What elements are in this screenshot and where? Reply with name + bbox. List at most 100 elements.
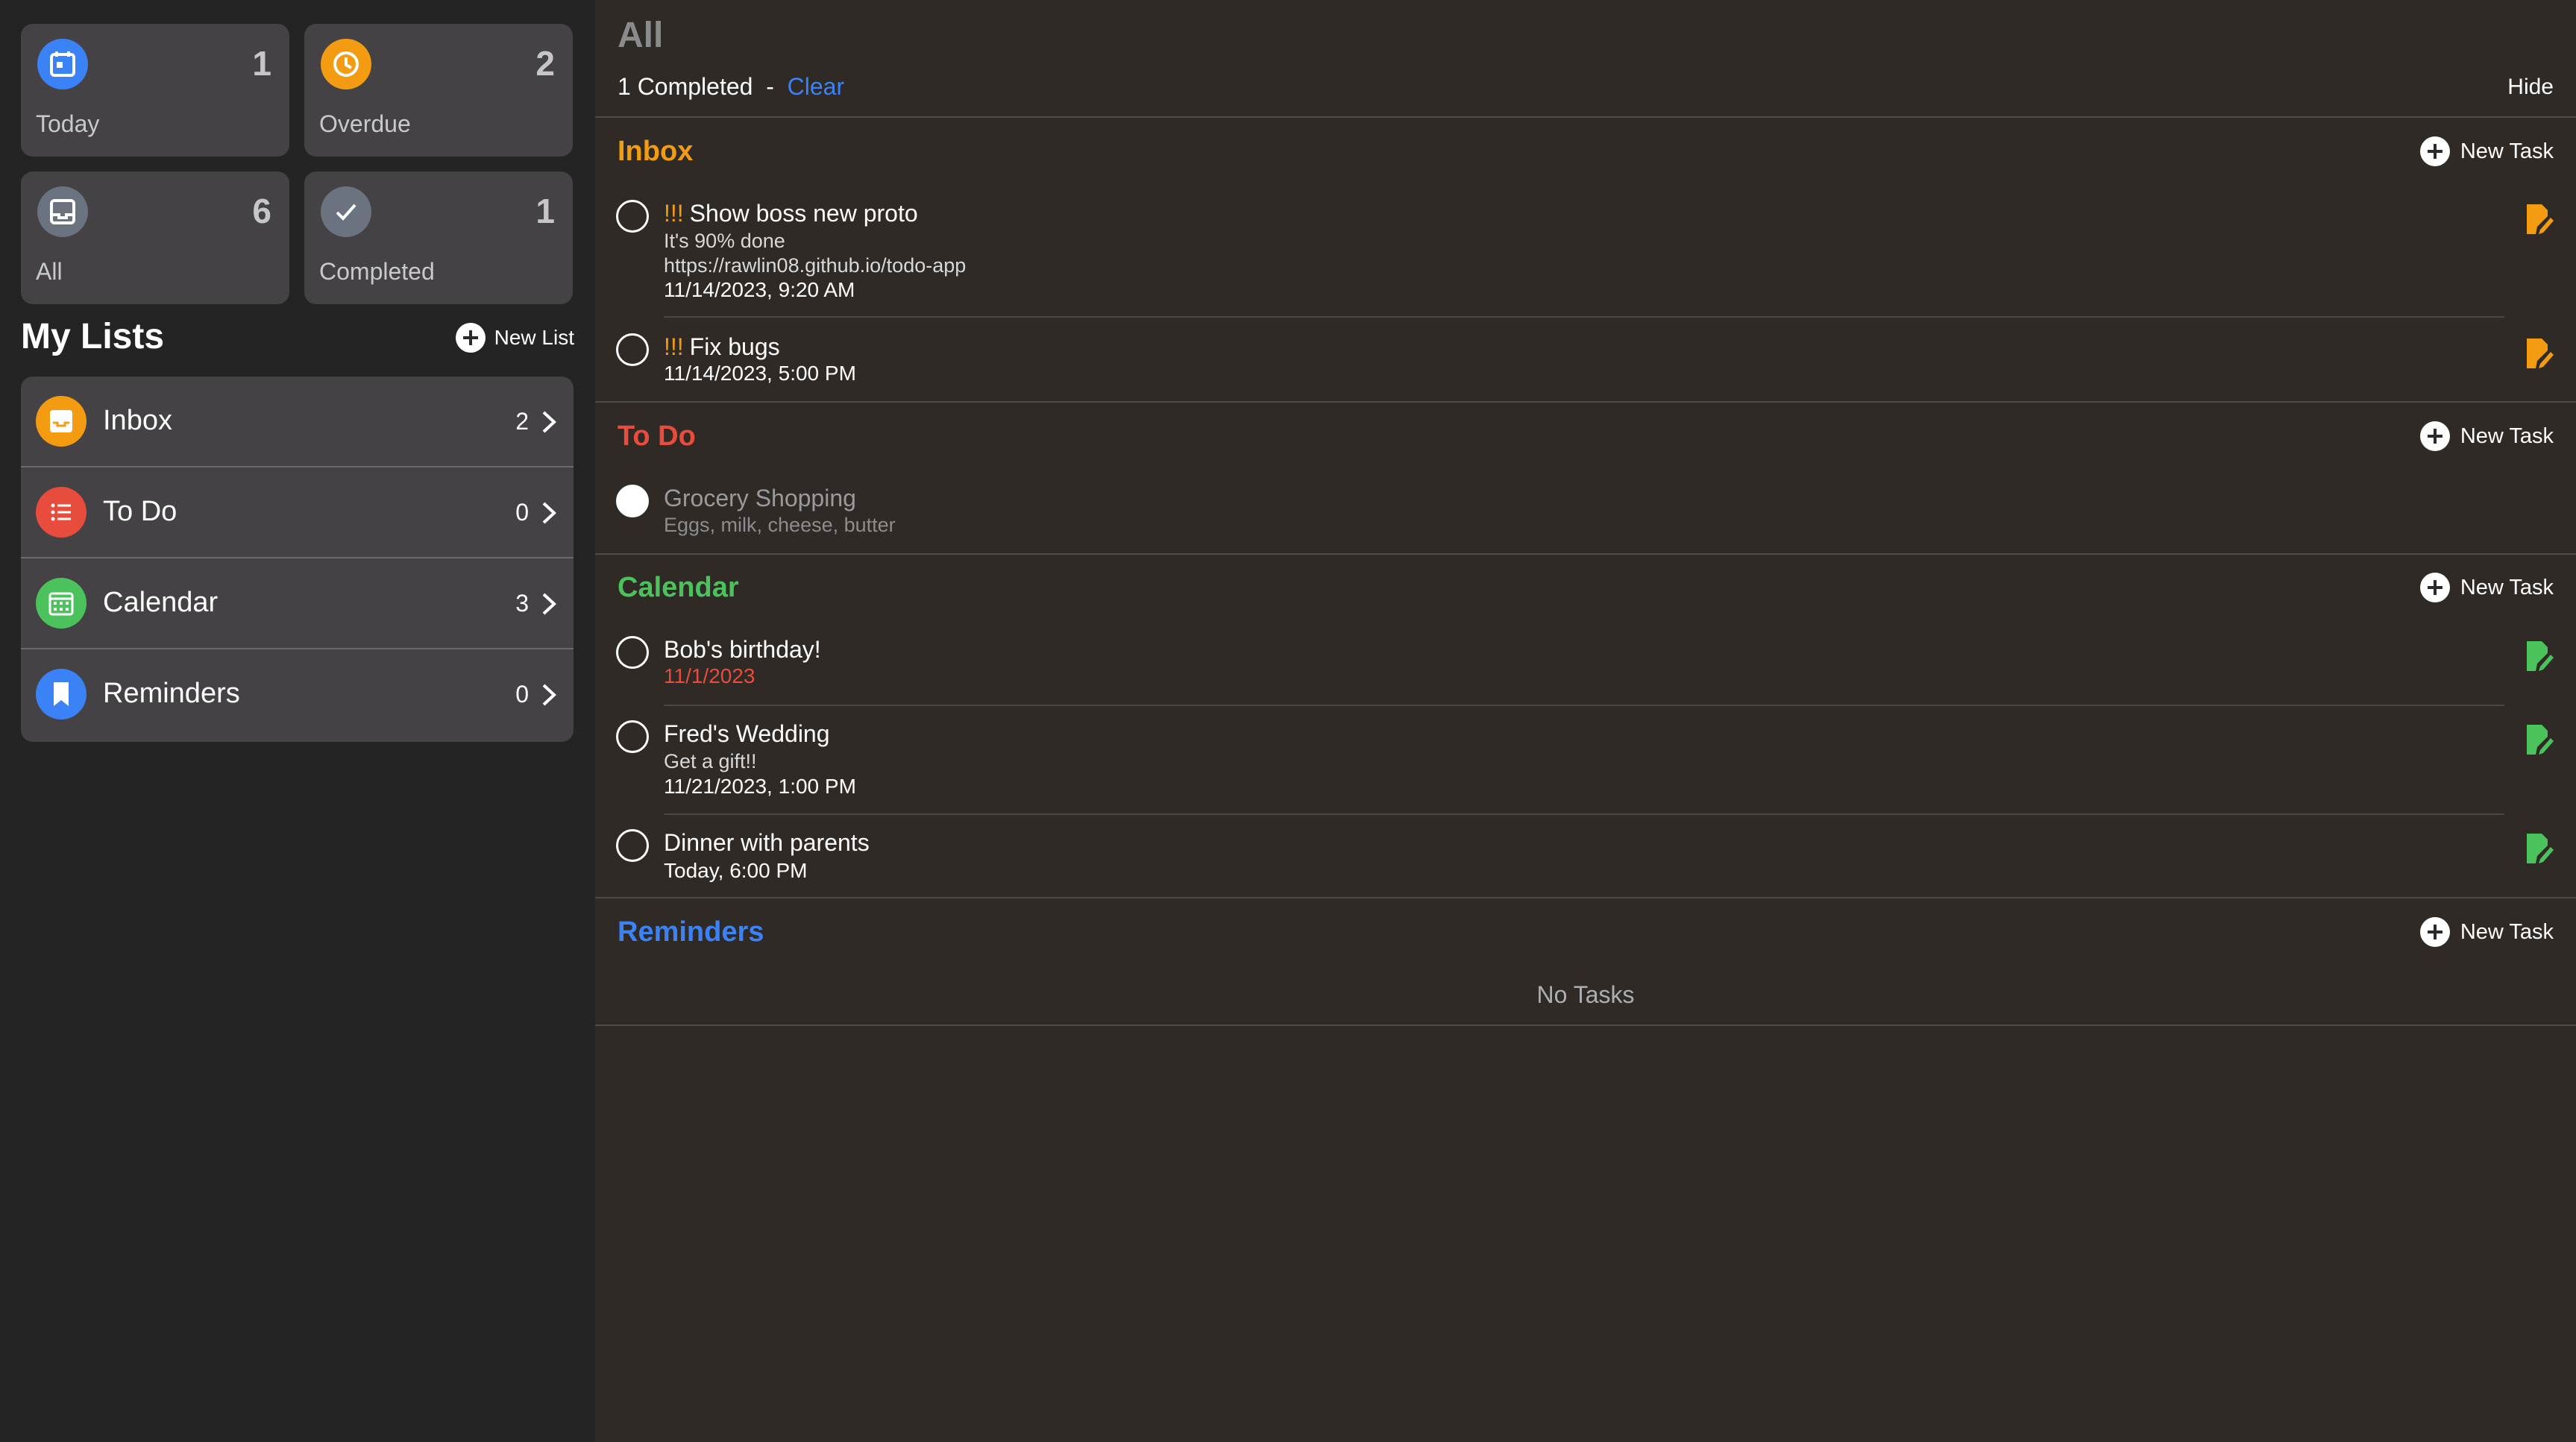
sidebar: 1 Today 2 Overdue 6 All 1 Completed My L… [0, 0, 595, 1442]
task-title: !!! Show boss new proto [664, 200, 918, 227]
task-notes: It's 90% done [664, 230, 785, 252]
section-title-reminders: Reminders [618, 916, 764, 948]
new-list-label: New List [494, 326, 574, 349]
plus-circle-icon [2419, 573, 2450, 602]
task-notes: Get a gift!! [664, 750, 757, 772]
page-title: All [618, 16, 664, 55]
lists-panel: Inbox 2 To Do 0 Calendar 3 Reminders 0 [21, 377, 574, 742]
list-count: 2 [515, 408, 529, 435]
all-tile[interactable]: 6 All [21, 171, 289, 304]
chevron-right-icon [542, 593, 556, 615]
divider [595, 553, 2576, 555]
all-label: All [36, 258, 63, 285]
task-checkbox[interactable] [616, 200, 649, 233]
section-title-inbox: Inbox [618, 136, 694, 167]
calendar-today-icon [37, 39, 88, 89]
task-title-text: Fix bugs [689, 333, 780, 360]
task-date: 11/21/2023, 1:00 PM [664, 775, 856, 798]
new-task-button-calendar[interactable]: New Task [2419, 573, 2554, 602]
list-item-inbox[interactable]: Inbox 2 [21, 377, 574, 467]
task-url[interactable]: https://rawlin08.github.io/todo-app [664, 254, 966, 277]
list-count: 3 [515, 590, 529, 617]
list-item-calendar[interactable]: Calendar 3 [21, 558, 574, 649]
edit-icon[interactable] [2524, 832, 2554, 865]
task-date: 11/14/2023, 9:20 AM [664, 278, 855, 301]
priority-marker: !!! [664, 200, 684, 227]
list-item-reminders[interactable]: Reminders 0 [21, 649, 574, 740]
completed-tile[interactable]: 1 Completed [304, 171, 573, 304]
inbox-icon [36, 396, 87, 447]
section-title-todo: To Do [618, 421, 696, 452]
row-divider [664, 705, 2504, 706]
task-notes: Eggs, milk, cheese, butter [664, 514, 896, 536]
list-icon [36, 487, 87, 538]
task-checkbox[interactable] [616, 636, 649, 669]
list-name: Inbox [103, 405, 172, 436]
edit-icon[interactable] [2524, 640, 2554, 673]
list-name: Calendar [103, 587, 219, 618]
completed-text: 1 Completed [618, 73, 753, 100]
completed-separator: - [766, 73, 774, 100]
tray-icon [37, 186, 88, 237]
checkmark-icon [321, 186, 371, 237]
today-tile[interactable]: 1 Today [21, 24, 289, 157]
list-name: Reminders [103, 678, 240, 709]
priority-marker: !!! [664, 333, 684, 360]
new-task-button-reminders[interactable]: New Task [2419, 917, 2554, 947]
divider [595, 897, 2576, 898]
section-title-calendar: Calendar [618, 572, 739, 603]
new-list-button[interactable]: New List [455, 323, 574, 353]
new-task-label: New Task [2460, 139, 2554, 163]
task-title: !!! Fix bugs [664, 333, 780, 361]
task-title: Dinner with parents [664, 829, 870, 856]
empty-state-text: No Tasks [1536, 981, 1635, 1008]
main-panel: All 1 Completed - Clear Hide Inbox New T… [595, 0, 2576, 1442]
task-date-overdue: 11/1/2023 [664, 664, 755, 687]
overdue-tile[interactable]: 2 Overdue [304, 24, 573, 157]
completed-summary: 1 Completed - Clear [618, 73, 844, 101]
today-label: Today [36, 110, 100, 137]
plus-circle-icon [2419, 421, 2450, 451]
list-count: 0 [515, 681, 529, 708]
divider [595, 116, 2576, 118]
task-checkbox[interactable] [616, 720, 649, 753]
task-checkbox-completed[interactable] [616, 485, 649, 517]
list-name: To Do [103, 496, 178, 527]
plus-circle-icon [2419, 917, 2450, 947]
task-date: Today, 6:00 PM [664, 859, 808, 882]
task-title-text: Show boss new proto [689, 200, 918, 227]
overdue-label: Overdue [319, 110, 411, 137]
edit-icon[interactable] [2524, 723, 2554, 756]
list-count: 0 [515, 499, 529, 526]
new-task-label: New Task [2460, 919, 2554, 944]
edit-icon[interactable] [2524, 203, 2554, 236]
edit-icon[interactable] [2524, 337, 2554, 370]
completed-label: Completed [319, 258, 435, 285]
task-title: Fred's Wedding [664, 720, 830, 747]
plus-circle-icon [455, 323, 486, 353]
bookmark-icon [36, 669, 87, 720]
clear-completed-button[interactable]: Clear [788, 73, 844, 100]
overdue-count: 2 [535, 44, 555, 83]
completed-count: 1 [535, 192, 555, 230]
list-item-todo[interactable]: To Do 0 [21, 467, 574, 558]
divider [595, 401, 2576, 403]
new-task-label: New Task [2460, 424, 2554, 448]
hide-completed-button[interactable]: Hide [2507, 75, 2554, 100]
new-task-label: New Task [2460, 575, 2554, 599]
new-task-button-todo[interactable]: New Task [2419, 421, 2554, 451]
task-title: Bob's birthday! [664, 636, 821, 663]
row-divider [664, 813, 2504, 815]
chevron-right-icon [542, 684, 556, 706]
today-count: 1 [252, 44, 271, 83]
chevron-right-icon [542, 502, 556, 524]
new-task-button-inbox[interactable]: New Task [2419, 136, 2554, 166]
task-checkbox[interactable] [616, 333, 649, 366]
all-count: 6 [252, 192, 271, 230]
my-lists-title: My Lists [21, 317, 165, 356]
task-date: 11/14/2023, 5:00 PM [664, 362, 856, 385]
divider [595, 1024, 2576, 1026]
row-divider [664, 316, 2504, 318]
task-checkbox[interactable] [616, 829, 649, 862]
plus-circle-icon [2419, 136, 2450, 166]
